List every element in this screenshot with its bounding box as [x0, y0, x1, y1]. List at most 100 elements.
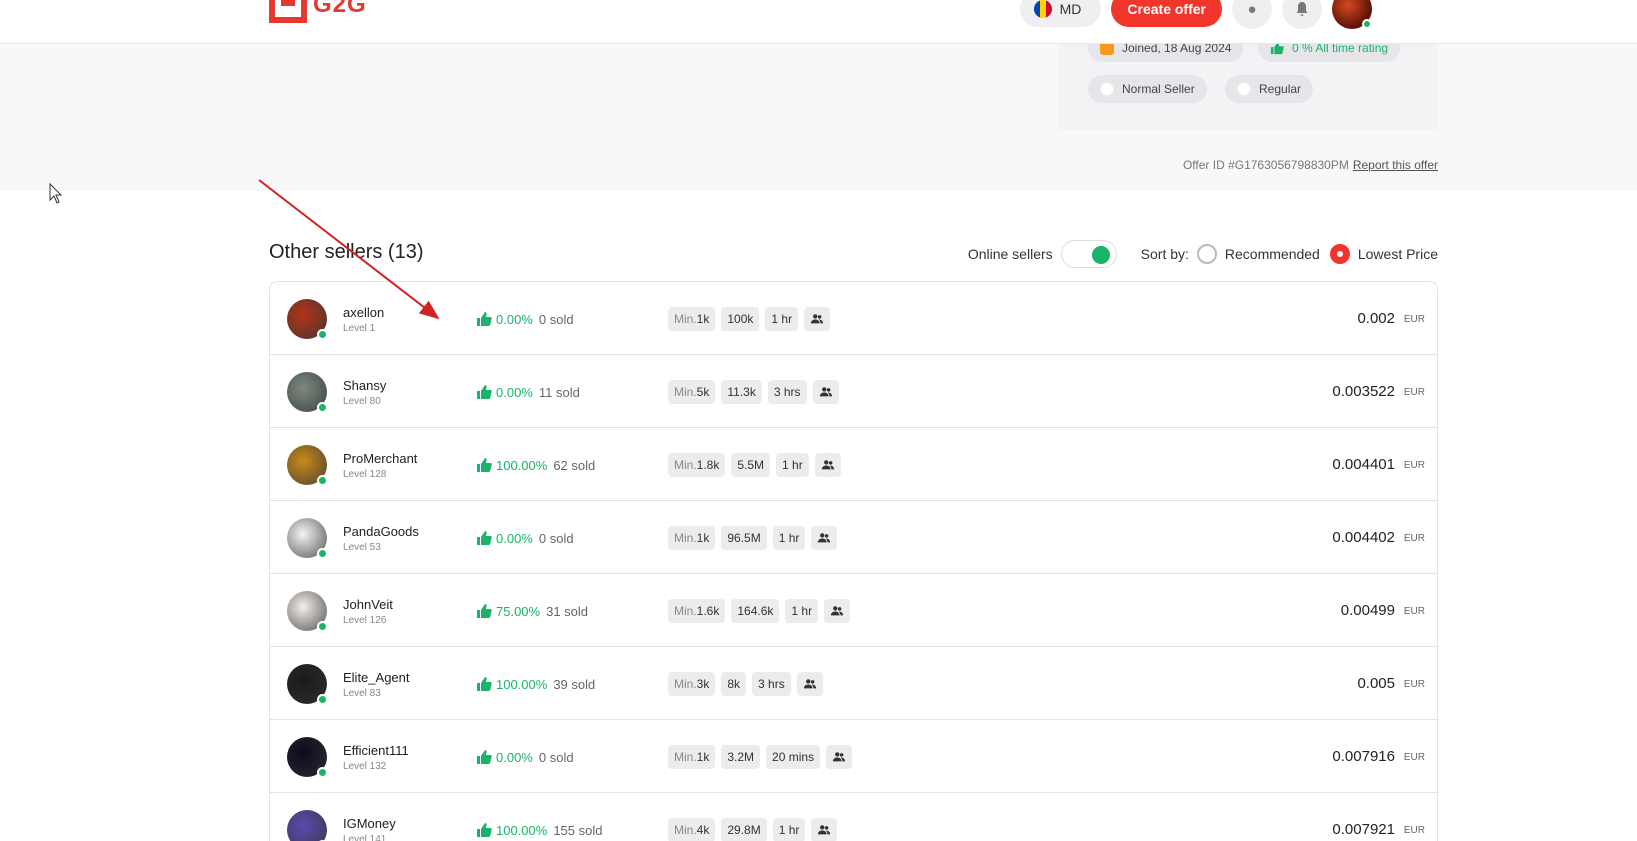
seller-name[interactable]: axellon [343, 305, 384, 320]
price-currency: EUR [1403, 606, 1425, 617]
user-avatar[interactable] [1332, 0, 1372, 29]
delivery-time-tag: 1 hr [772, 818, 806, 841]
online-status-dot [317, 621, 328, 632]
min-label: Min. [674, 823, 697, 837]
offer-id-text: Offer ID #G1763056798830PM [1182, 158, 1349, 172]
min-value: 1.8k [696, 458, 720, 472]
mouse-cursor-icon [49, 183, 63, 204]
sold-count: 39 sold [553, 676, 596, 692]
group-delivery-tag [804, 307, 831, 331]
stock-tag: 100k [721, 307, 760, 331]
seller-row[interactable]: IGMoney Level 141 100.00% 155 sold Min. 4… [270, 793, 1437, 841]
seller-avatar[interactable] [287, 299, 328, 340]
rating-percent: 0.00% [496, 384, 533, 400]
seller-price: 0.005 [1357, 675, 1395, 692]
seller-avatar[interactable] [287, 372, 328, 413]
min-quantity-tag: Min. 4k [668, 818, 716, 841]
sort-lowest-price-label[interactable]: Lowest Price [1358, 246, 1438, 262]
sold-count: 0 sold [538, 311, 574, 327]
seller-name[interactable]: IGMoney [343, 816, 396, 831]
seller-avatar[interactable] [287, 518, 328, 559]
sold-count: 0 sold [538, 530, 574, 546]
seller-rating: 0.00% 0 sold [476, 530, 574, 546]
seller-list-controls: Online sellers Sort by: Recommended Lowe… [968, 240, 1438, 268]
logo-mark-icon [269, 0, 307, 23]
stock-tag: 164.6k [731, 599, 780, 623]
seller-row[interactable]: axellon Level 1 0.00% 0 sold Min. 1k 100k… [270, 282, 1437, 355]
seller-type-badge: Normal Seller [1088, 75, 1207, 103]
min-label: Min. [674, 458, 697, 472]
min-value: 1.6k [696, 604, 720, 618]
moldova-flag-icon [1033, 0, 1052, 18]
seller-avatar[interactable] [287, 591, 328, 632]
users-icon [810, 314, 824, 324]
sort-recommended-label[interactable]: Recommended [1225, 246, 1320, 262]
offer-tags: Min. 3k 8k 3 hrs [668, 672, 823, 696]
notifications-button[interactable] [1282, 0, 1322, 29]
seller-rating: 100.00% 62 sold [476, 457, 595, 473]
online-status-dot [317, 402, 328, 413]
country-code: MD [1059, 1, 1082, 17]
seller-rating: 100.00% 39 sold [476, 676, 595, 692]
seller-row[interactable]: JohnVeit Level 126 75.00% 31 sold Min. 1.… [270, 574, 1437, 647]
country-selector[interactable]: MD [1019, 0, 1102, 27]
seller-price: 0.00499 [1340, 602, 1395, 619]
seller-name[interactable]: PandaGoods [343, 524, 419, 539]
seller-rating: 0.00% 0 sold [476, 311, 574, 327]
group-delivery-tag [811, 526, 838, 550]
online-status-dot [317, 475, 328, 486]
min-quantity-tag: Min. 3k [668, 672, 716, 696]
thumbs-up-icon [477, 385, 492, 399]
seller-row[interactable]: PandaGoods Level 53 0.00% 0 sold Min. 1k … [270, 501, 1437, 574]
online-status-dot [1362, 19, 1372, 29]
online-status-dot [317, 767, 328, 778]
online-sellers-toggle[interactable] [1060, 240, 1117, 268]
users-icon [821, 460, 834, 470]
seller-avatar[interactable] [287, 810, 328, 841]
sort-lowest-price-radio[interactable] [1329, 244, 1350, 264]
users-icon [832, 752, 846, 762]
rating-percent: 100.00% [496, 457, 548, 473]
report-offer-link[interactable]: Report this offer [1353, 158, 1438, 172]
users-icon [803, 679, 816, 689]
thumbs-up-icon [477, 823, 492, 837]
top-navbar: G2G MD Create offer ● [0, 0, 1637, 44]
sold-count: 0 sold [538, 749, 574, 765]
seller-rating: 100.00% 155 sold [476, 822, 602, 838]
seller-name[interactable]: ProMerchant [343, 451, 417, 466]
seller-name[interactable]: Shansy [343, 378, 386, 393]
seller-name[interactable]: Efficient111 [343, 743, 409, 758]
seller-row[interactable]: Shansy Level 80 0.00% 11 sold Min. 5k 11.… [270, 355, 1437, 428]
seller-level: Level 128 [343, 469, 387, 480]
delivery-time-tag: 3 hrs [752, 672, 791, 696]
header-actions: MD Create offer ● [1019, 0, 1372, 29]
create-offer-button[interactable]: Create offer [1111, 0, 1222, 27]
group-delivery-tag [826, 745, 853, 769]
seller-name[interactable]: Elite_Agent [343, 670, 410, 685]
sold-count: 11 sold [538, 384, 580, 400]
seller-price: 0.003522 [1332, 383, 1395, 400]
seller-avatar[interactable] [287, 445, 328, 486]
sold-count: 62 sold [553, 457, 596, 473]
sold-count: 155 sold [553, 822, 603, 838]
sort-recommended-radio[interactable] [1196, 244, 1217, 264]
seller-row[interactable]: Elite_Agent Level 83 100.00% 39 sold Min… [270, 647, 1437, 720]
seller-avatar[interactable] [287, 664, 328, 705]
seller-row[interactable]: Efficient111 Level 132 0.00% 0 sold Min.… [270, 720, 1437, 793]
min-value: 1k [696, 531, 710, 545]
users-icon [818, 825, 831, 835]
group-delivery-tag [814, 453, 841, 477]
chat-button[interactable]: ● [1232, 0, 1272, 29]
seller-name[interactable]: JohnVeit [343, 597, 393, 612]
other-sellers-list: axellon Level 1 0.00% 0 sold Min. 1k 100k… [269, 281, 1438, 841]
group-delivery-tag [812, 380, 839, 404]
other-sellers-title: Other sellers (13) [269, 241, 424, 263]
g2g-logo[interactable]: G2G [269, 0, 367, 23]
delivery-time-tag: 3 hrs [767, 380, 807, 404]
seller-price: 0.004401 [1332, 456, 1395, 473]
seller-avatar[interactable] [287, 737, 328, 778]
seller-row[interactable]: ProMerchant Level 128 100.00% 62 sold Mi… [270, 428, 1437, 501]
seller-level: Level 80 [343, 396, 381, 407]
min-label: Min. [674, 677, 697, 691]
min-label: Min. [674, 750, 697, 764]
